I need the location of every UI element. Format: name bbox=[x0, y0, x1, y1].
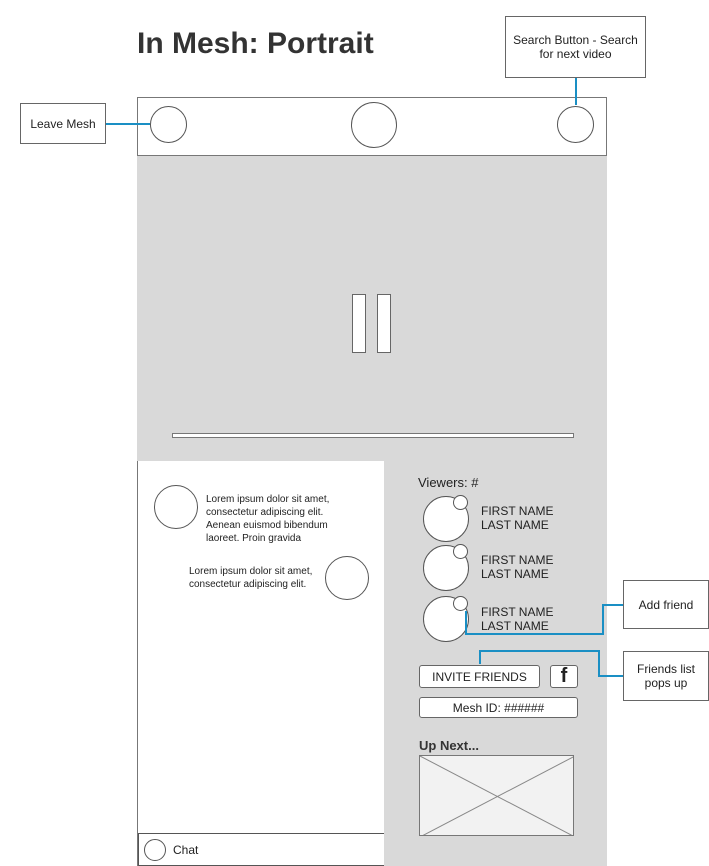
chat-icon bbox=[144, 839, 166, 861]
callout-leave-text: Leave Mesh bbox=[30, 116, 96, 131]
facebook-icon[interactable]: f bbox=[550, 665, 578, 688]
placeholder-image-icon bbox=[420, 756, 573, 835]
chat-panel: Lorem ipsum dolor sit amet, consectetur … bbox=[137, 461, 385, 866]
chat-message-1: Lorem ipsum dolor sit amet, consectetur … bbox=[206, 494, 330, 544]
page-title: In Mesh: Portrait bbox=[137, 27, 374, 60]
chat-input-label: Chat bbox=[173, 843, 199, 857]
add-friend-icon[interactable] bbox=[453, 495, 468, 510]
add-friend-icon[interactable] bbox=[453, 544, 468, 559]
up-next-thumbnail[interactable] bbox=[419, 755, 574, 836]
mesh-id-field: Mesh ID: ###### bbox=[419, 697, 578, 718]
viewer-name-1: FIRST NAME LAST NAME bbox=[481, 504, 553, 532]
chat-input[interactable]: Chat bbox=[138, 833, 385, 866]
leave-mesh-button[interactable] bbox=[150, 106, 187, 143]
viewer-name-3: FIRST NAME LAST NAME bbox=[481, 605, 553, 633]
viewer-first-name: FIRST NAME bbox=[481, 504, 554, 518]
callout-add-friend: Add friend bbox=[623, 580, 709, 629]
callout-leave: Leave Mesh bbox=[20, 103, 106, 144]
callout-friends-list-text: Friends list pops up bbox=[636, 662, 695, 690]
invite-friends-button[interactable]: INVITE FRIENDS bbox=[419, 665, 540, 688]
viewer-first-name: FIRST NAME bbox=[481, 553, 554, 567]
add-friend-icon[interactable] bbox=[453, 596, 468, 611]
side-panel: Viewers: # FIRST NAME LAST NAME FIRST NA… bbox=[384, 461, 607, 866]
top-bar bbox=[137, 97, 607, 156]
callout-search-text: Search Button - Search for next video bbox=[513, 33, 638, 61]
viewers-label: Viewers: # bbox=[418, 475, 479, 490]
pause-icon-left-bar[interactable] bbox=[352, 294, 366, 353]
viewer-last-name: LAST NAME bbox=[481, 567, 549, 581]
callout-search: Search Button - Search for next video bbox=[505, 16, 646, 78]
callout-friends-list: Friends list pops up bbox=[623, 651, 709, 701]
viewer-last-name: LAST NAME bbox=[481, 518, 549, 532]
chat-message-2: Lorem ipsum dolor sit amet, consectetur … bbox=[189, 566, 313, 590]
up-next-label: Up Next... bbox=[419, 738, 479, 753]
search-button[interactable] bbox=[557, 106, 594, 143]
pause-icon-right-bar[interactable] bbox=[377, 294, 391, 353]
chat-avatar-2 bbox=[325, 556, 369, 600]
video-player[interactable] bbox=[137, 156, 607, 461]
chat-avatar-1 bbox=[154, 485, 198, 529]
center-avatar-button[interactable] bbox=[351, 102, 397, 148]
callout-add-friend-text: Add friend bbox=[638, 597, 694, 612]
viewer-name-2: FIRST NAME LAST NAME bbox=[481, 553, 553, 581]
video-progress-bar[interactable] bbox=[172, 433, 574, 438]
viewer-last-name: LAST NAME bbox=[481, 619, 549, 633]
viewer-first-name: FIRST NAME bbox=[481, 605, 554, 619]
